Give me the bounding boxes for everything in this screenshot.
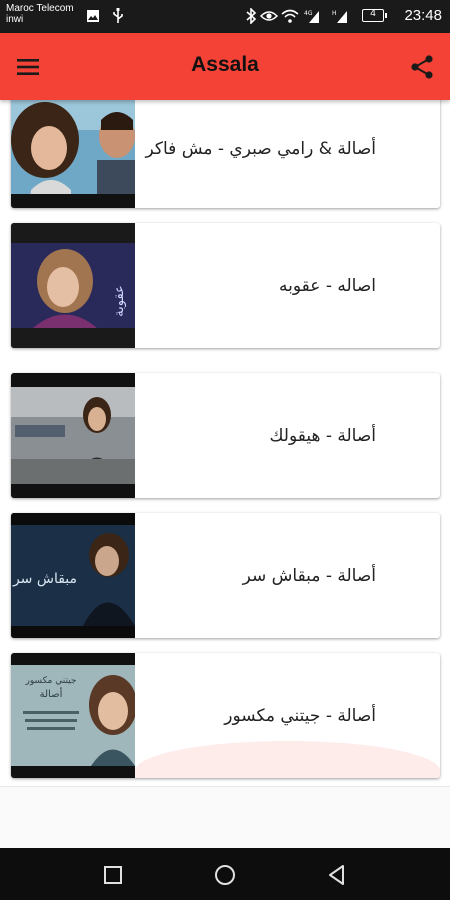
- eye-icon: [260, 11, 278, 21]
- song-thumbnail: عقوبة: [11, 223, 135, 348]
- signal-2-icon: H: [332, 10, 347, 23]
- thumbnail-caption: جيتني مكسور: [25, 676, 77, 686]
- app-title: Assala: [191, 53, 259, 76]
- battery-icon: 4: [362, 8, 387, 22]
- song-thumbnail: [11, 373, 135, 498]
- bottom-blank-area: [0, 786, 450, 849]
- thumbnail-artist: أصالة: [40, 687, 63, 700]
- svg-text:H: H: [332, 10, 337, 17]
- song-card[interactable]: أصالة & رامي صبري - مش فاكر: [11, 100, 440, 208]
- navigation-bar: [0, 848, 450, 900]
- song-card[interactable]: مبقاش سر أصالة - مبقاش سر: [11, 513, 440, 638]
- recent-apps-icon[interactable]: [100, 862, 126, 888]
- song-card[interactable]: عقوبة اصاله - عقوبه: [11, 223, 440, 348]
- clock: 23:48: [404, 7, 442, 24]
- song-list[interactable]: أصالة & رامي صبري - مش فاكر عقوبة اصاله …: [0, 100, 450, 786]
- status-bar: Maroc Telecom inwi 4G H 4 23:48: [0, 0, 450, 33]
- song-title: أصالة - هيقولك: [269, 425, 376, 446]
- song-thumbnail: مبقاش سر: [11, 513, 135, 638]
- thumbnail-caption: عقوبة: [112, 285, 127, 317]
- app-bar: Assala: [0, 33, 450, 100]
- thumbnail-caption: مبقاش سر: [12, 571, 77, 587]
- song-card[interactable]: جيتني مكسور أصالة أصالة - جيتني مكسور: [11, 653, 440, 778]
- song-title: أصالة - جيتني مكسور: [224, 705, 376, 726]
- wifi-icon: [281, 9, 299, 23]
- song-title: اصاله - عقوبه: [279, 275, 376, 296]
- song-title: أصالة & رامي صبري - مش فاكر: [145, 139, 376, 159]
- home-icon[interactable]: [212, 862, 238, 888]
- carrier-secondary: inwi: [6, 14, 24, 25]
- signal-icon: 4G: [304, 10, 319, 23]
- bluetooth-icon: [246, 8, 257, 24]
- share-icon[interactable]: [408, 53, 436, 81]
- song-title: أصالة - مبقاش سر: [242, 565, 376, 586]
- back-icon[interactable]: [324, 862, 350, 888]
- ripple-overlay: [135, 741, 440, 778]
- carrier-label: Maroc Telecom inwi: [6, 3, 74, 25]
- battery-level: 4: [370, 8, 376, 19]
- svg-text:4G: 4G: [304, 10, 313, 17]
- usb-icon: [113, 8, 123, 23]
- song-thumbnail: جيتني مكسور أصالة: [11, 653, 135, 778]
- image-icon: [87, 10, 99, 22]
- song-thumbnail: [11, 100, 135, 208]
- carrier-name: Maroc Telecom: [6, 3, 74, 14]
- song-card[interactable]: أصالة - هيقولك: [11, 373, 440, 498]
